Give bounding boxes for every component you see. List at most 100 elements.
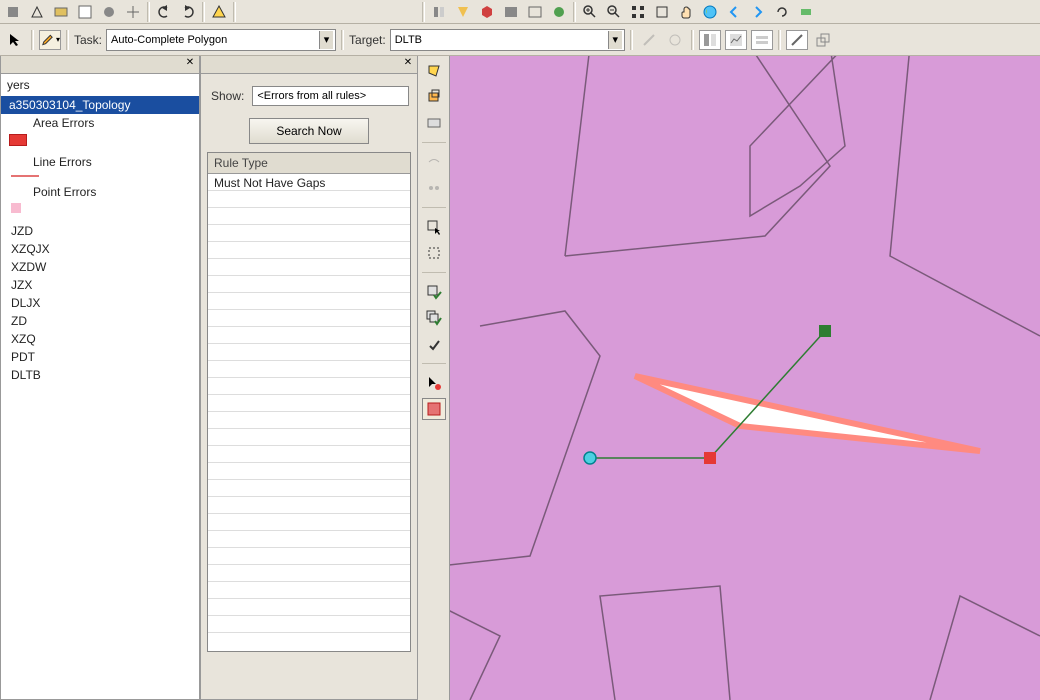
task-dropdown-value: Auto-Complete Polygon bbox=[111, 34, 227, 46]
topology-tool-palette bbox=[418, 56, 450, 700]
separator bbox=[66, 30, 69, 50]
view-tool-3[interactable] bbox=[751, 30, 773, 50]
separator bbox=[147, 2, 150, 22]
area-errors-item[interactable]: Area Errors bbox=[1, 114, 199, 132]
task-label: Task: bbox=[74, 33, 102, 47]
edit-pencil-icon[interactable]: ▾ bbox=[39, 30, 61, 50]
sketch-vertex-mid[interactable] bbox=[704, 452, 716, 464]
rule-row-empty bbox=[208, 276, 410, 293]
topology-edit-1[interactable] bbox=[422, 151, 446, 173]
topology-layer[interactable]: a350303104_Topology bbox=[1, 96, 199, 114]
show-dropdown-value: <Errors from all rules> bbox=[257, 90, 366, 102]
construct-tool-icon[interactable] bbox=[422, 242, 446, 264]
select-arrow-icon[interactable] bbox=[422, 216, 446, 238]
rule-row-empty bbox=[208, 446, 410, 463]
view-tool-1[interactable] bbox=[699, 30, 721, 50]
map-canvas bbox=[450, 56, 1040, 700]
nav-back-icon[interactable] bbox=[723, 2, 745, 22]
line-errors-swatch bbox=[11, 175, 39, 177]
layer-item[interactable]: JZD bbox=[1, 222, 199, 240]
edit-pointer-icon[interactable] bbox=[4, 30, 26, 50]
tool-icon-2[interactable] bbox=[26, 2, 48, 22]
task-dropdown[interactable]: Auto-Complete Polygon ▾ bbox=[106, 29, 336, 51]
sketch-tool-1[interactable] bbox=[638, 30, 660, 50]
rule-row-empty bbox=[208, 344, 410, 361]
view-tool-2[interactable] bbox=[725, 30, 747, 50]
nav-fwd-icon[interactable] bbox=[747, 2, 769, 22]
sketch-vertex-start[interactable] bbox=[584, 452, 596, 464]
zoom-fixed-icon[interactable] bbox=[651, 2, 673, 22]
redo-icon[interactable] bbox=[177, 2, 199, 22]
line-errors-item[interactable]: Line Errors bbox=[1, 153, 199, 171]
rule-row[interactable]: Must Not Have Gaps bbox=[208, 174, 410, 191]
close-icon[interactable]: ✕ bbox=[183, 57, 197, 71]
sketch-tool-2[interactable] bbox=[664, 30, 686, 50]
top-toolbar bbox=[0, 0, 1040, 24]
close-icon[interactable]: ✕ bbox=[401, 57, 415, 71]
show-dropdown[interactable]: <Errors from all rules> bbox=[252, 86, 409, 106]
target-label: Target: bbox=[349, 33, 386, 47]
separator bbox=[778, 30, 781, 50]
nav-icon-4[interactable] bbox=[500, 2, 522, 22]
globe-icon[interactable] bbox=[699, 2, 721, 22]
sketch-vertex-end[interactable] bbox=[819, 325, 831, 337]
separator bbox=[573, 2, 576, 22]
rule-row-empty bbox=[208, 327, 410, 344]
layer-item[interactable]: XZQ bbox=[1, 330, 199, 348]
target-dropdown[interactable]: DLTB ▾ bbox=[390, 29, 625, 51]
topology-tool-2[interactable] bbox=[422, 86, 446, 108]
validate-all-icon[interactable] bbox=[422, 307, 446, 329]
error-inspector-panel: ✕ Show: <Errors from all rules> Search N… bbox=[200, 56, 418, 700]
map-polygon bbox=[450, 56, 1040, 700]
zoom-in-icon[interactable] bbox=[579, 2, 601, 22]
rule-list[interactable]: Rule Type Must Not Have Gaps bbox=[207, 152, 411, 652]
rule-row-empty bbox=[208, 378, 410, 395]
nav-icon-5[interactable] bbox=[524, 2, 546, 22]
layer-item[interactable]: JZX bbox=[1, 276, 199, 294]
pan-icon[interactable] bbox=[675, 2, 697, 22]
rule-row-empty bbox=[208, 616, 410, 633]
tool-icon-5[interactable] bbox=[98, 2, 120, 22]
layer-item[interactable]: PDT bbox=[1, 348, 199, 366]
refresh-icon[interactable] bbox=[771, 2, 793, 22]
search-now-button[interactable]: Search Now bbox=[249, 118, 369, 144]
map-view[interactable] bbox=[450, 56, 1040, 700]
nav-icon-2[interactable] bbox=[452, 2, 474, 22]
error-pointer-icon[interactable] bbox=[422, 372, 446, 394]
warning-icon[interactable] bbox=[208, 2, 230, 22]
tool-icon-6[interactable] bbox=[122, 2, 144, 22]
layer-item[interactable]: DLJX bbox=[1, 294, 199, 312]
rule-row-empty bbox=[208, 599, 410, 616]
view-tool-5[interactable] bbox=[812, 30, 834, 50]
tool-icon-1[interactable] bbox=[2, 2, 24, 22]
fix-tool-icon[interactable] bbox=[422, 333, 446, 355]
nav-icon-1[interactable] bbox=[428, 2, 450, 22]
area-errors-swatch bbox=[9, 134, 27, 146]
topology-tool-1[interactable] bbox=[422, 60, 446, 82]
view-tool-4[interactable] bbox=[786, 30, 808, 50]
tool-icon-4[interactable] bbox=[74, 2, 96, 22]
layer-item[interactable]: XZDW bbox=[1, 258, 199, 276]
tool-extra-icon[interactable] bbox=[795, 2, 817, 22]
layer-item[interactable]: ZD bbox=[1, 312, 199, 330]
rule-row-empty bbox=[208, 531, 410, 548]
topology-edit-2[interactable] bbox=[422, 177, 446, 199]
undo-icon[interactable] bbox=[153, 2, 175, 22]
point-errors-item[interactable]: Point Errors bbox=[1, 183, 199, 201]
layer-item[interactable]: DLTB bbox=[1, 366, 199, 384]
rule-row-empty bbox=[208, 582, 410, 599]
main-area: ✕ yers a350303104_Topology Area Errors L… bbox=[0, 56, 1040, 700]
edit-toolbar: ▾ Task: Auto-Complete Polygon ▾ Target: … bbox=[0, 24, 1040, 56]
error-inspector-icon[interactable] bbox=[422, 398, 446, 420]
zoom-full-icon[interactable] bbox=[627, 2, 649, 22]
nav-icon-6[interactable] bbox=[548, 2, 570, 22]
rule-type-header: Rule Type bbox=[208, 153, 410, 174]
topology-tool-3[interactable] bbox=[422, 112, 446, 134]
tool-icon-3[interactable] bbox=[50, 2, 72, 22]
nav-icon-3[interactable] bbox=[476, 2, 498, 22]
zoom-out-icon[interactable] bbox=[603, 2, 625, 22]
rule-row-empty bbox=[208, 412, 410, 429]
layer-item[interactable]: XZQJX bbox=[1, 240, 199, 258]
validate-extent-icon[interactable] bbox=[422, 281, 446, 303]
rule-row-empty bbox=[208, 497, 410, 514]
